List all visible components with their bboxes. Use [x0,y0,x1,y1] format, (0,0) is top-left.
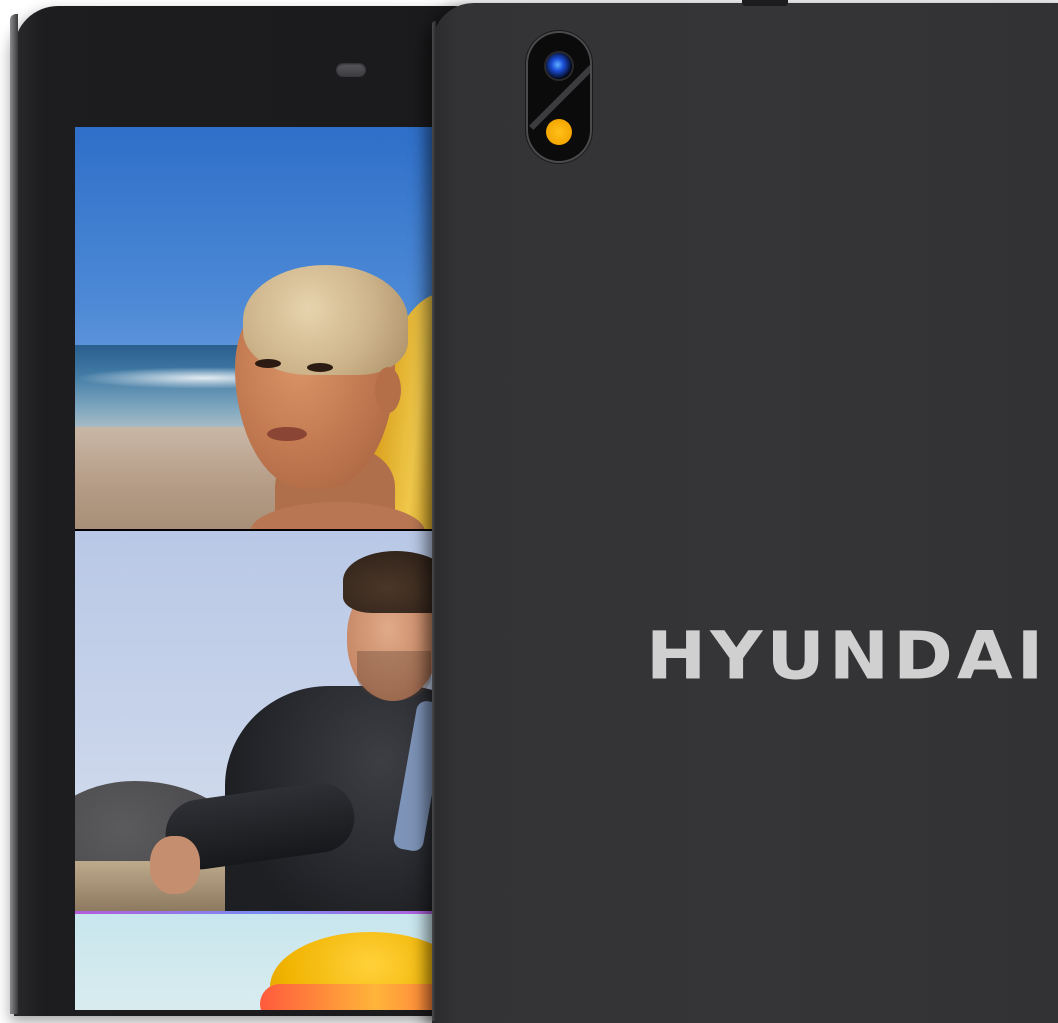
flash-icon [546,119,572,145]
tablet-screen [75,127,447,1010]
front-tablet [10,6,484,1016]
brand-logo: HYUNDAI [646,617,1048,695]
camera-lens-icon [546,53,572,79]
photo-beach-woman [75,127,447,529]
camera-module [528,33,590,161]
product-photo: HYUNDAI [0,0,1058,1023]
front-earpiece [336,63,366,77]
back-tablet: HYUNDAI [432,0,1058,1023]
photo-yellow-hat [75,914,447,1010]
power-button [742,0,788,6]
photo-man-jacket [75,531,447,911]
